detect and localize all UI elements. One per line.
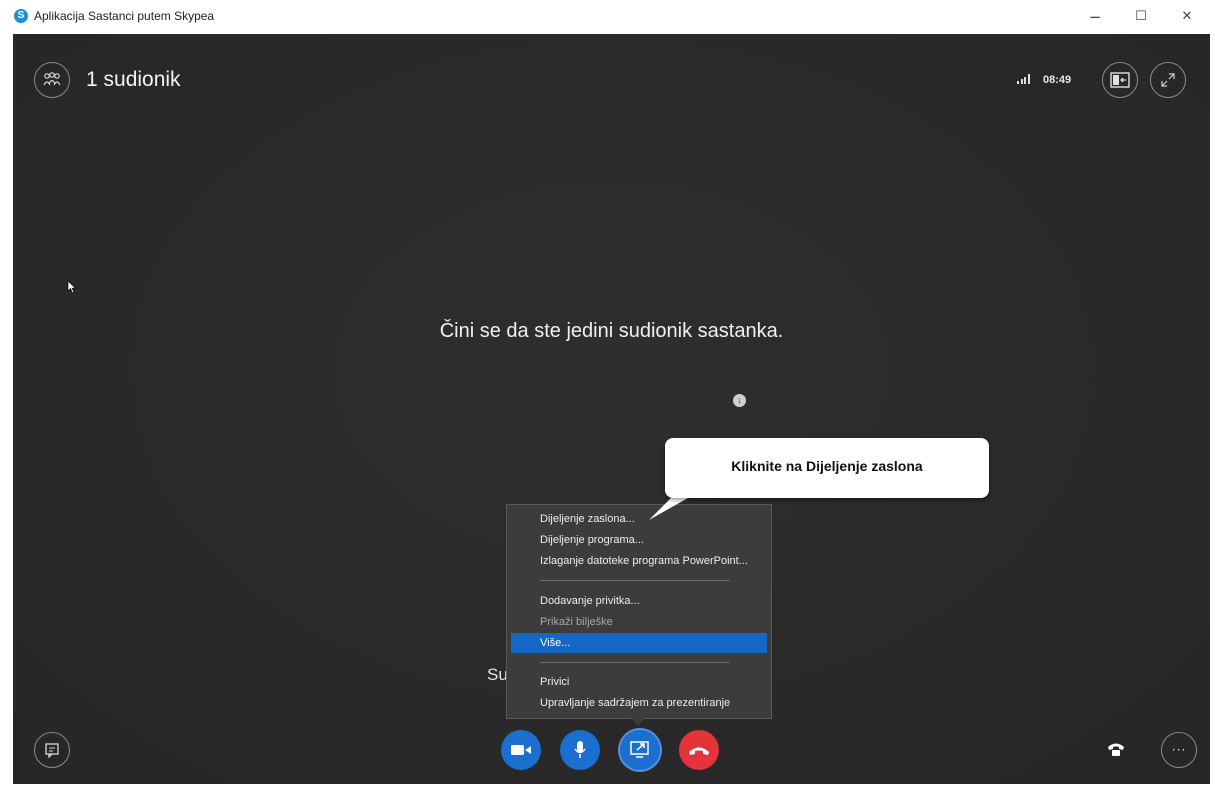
window-title: Aplikacija Sastanci putem Skypea <box>34 9 215 23</box>
title-bar: S Aplikacija Sastanci putem Skypea − ☐ ✕ <box>0 0 1215 34</box>
participants-button[interactable] <box>34 62 70 98</box>
minimize-button[interactable]: − <box>1080 6 1110 28</box>
video-camera-icon <box>511 745 531 755</box>
participants-count: 1 sudionik <box>86 68 181 91</box>
callout-text: Kliknite na Dijeljenje zaslona <box>731 458 923 474</box>
chat-icon <box>45 743 59 758</box>
skype-logo-icon: S <box>14 9 28 23</box>
menu-item-more[interactable]: Više... <box>511 633 767 653</box>
menu-item-show-notes: Prikaži bilješke <box>540 616 613 628</box>
share-content-menu: Dijeljenje zaslona... Dijeljenje program… <box>506 504 772 719</box>
maximize-button[interactable]: ☐ <box>1126 6 1156 28</box>
share-button[interactable] <box>620 730 660 770</box>
alone-message: Čini se da ste jedini sudionik sastanka. <box>439 320 784 342</box>
menu-item-present-powerpoint[interactable]: Izlaganje datoteke programa PowerPoint..… <box>511 551 767 571</box>
fullscreen-button[interactable] <box>1150 62 1186 98</box>
layout-button[interactable] <box>1102 62 1138 98</box>
hang-up-icon <box>689 747 709 755</box>
microphone-icon <box>574 741 586 758</box>
menu-item-share-program[interactable]: Dijeljenje programa... <box>511 530 767 550</box>
menu-item-share-screen[interactable]: Dijeljenje zaslona... <box>511 509 767 529</box>
callout-pointer <box>649 494 695 520</box>
meeting-stage: 1 sudionik 08:49 Čini se da ste jedini s… <box>13 34 1210 784</box>
close-button[interactable]: ✕ <box>1172 6 1202 28</box>
more-options-button[interactable]: ··· <box>1161 732 1197 768</box>
expand-icon <box>1161 73 1175 87</box>
signal-strength-icon <box>1017 74 1030 84</box>
mouse-pointer-icon <box>67 280 77 294</box>
microphone-button[interactable] <box>560 730 600 770</box>
video-button[interactable] <box>501 730 541 770</box>
share-screen-icon <box>630 741 649 758</box>
chat-button[interactable] <box>34 732 70 768</box>
layout-icon <box>1110 72 1130 88</box>
instruction-callout: Kliknite na Dijeljenje zaslona <box>665 438 989 498</box>
meeting-clock: 08:49 <box>1043 74 1072 86</box>
arrow-down-icon: ↓ <box>733 394 746 407</box>
menu-item-manage-presentable-content[interactable]: Upravljanje sadržajem za prezentiranje <box>511 693 767 713</box>
phone-icon[interactable] <box>1107 741 1125 757</box>
menu-separator <box>540 662 730 663</box>
hang-up-button[interactable] <box>679 730 719 770</box>
menu-item-attachments[interactable]: Privici <box>511 672 767 692</box>
menu-item-add-attachment[interactable]: Dodavanje privitka... <box>511 591 767 611</box>
participants-icon <box>43 72 61 86</box>
menu-pointer <box>631 718 645 726</box>
menu-separator <box>540 580 730 581</box>
partial-status-text: Su <box>487 665 508 684</box>
